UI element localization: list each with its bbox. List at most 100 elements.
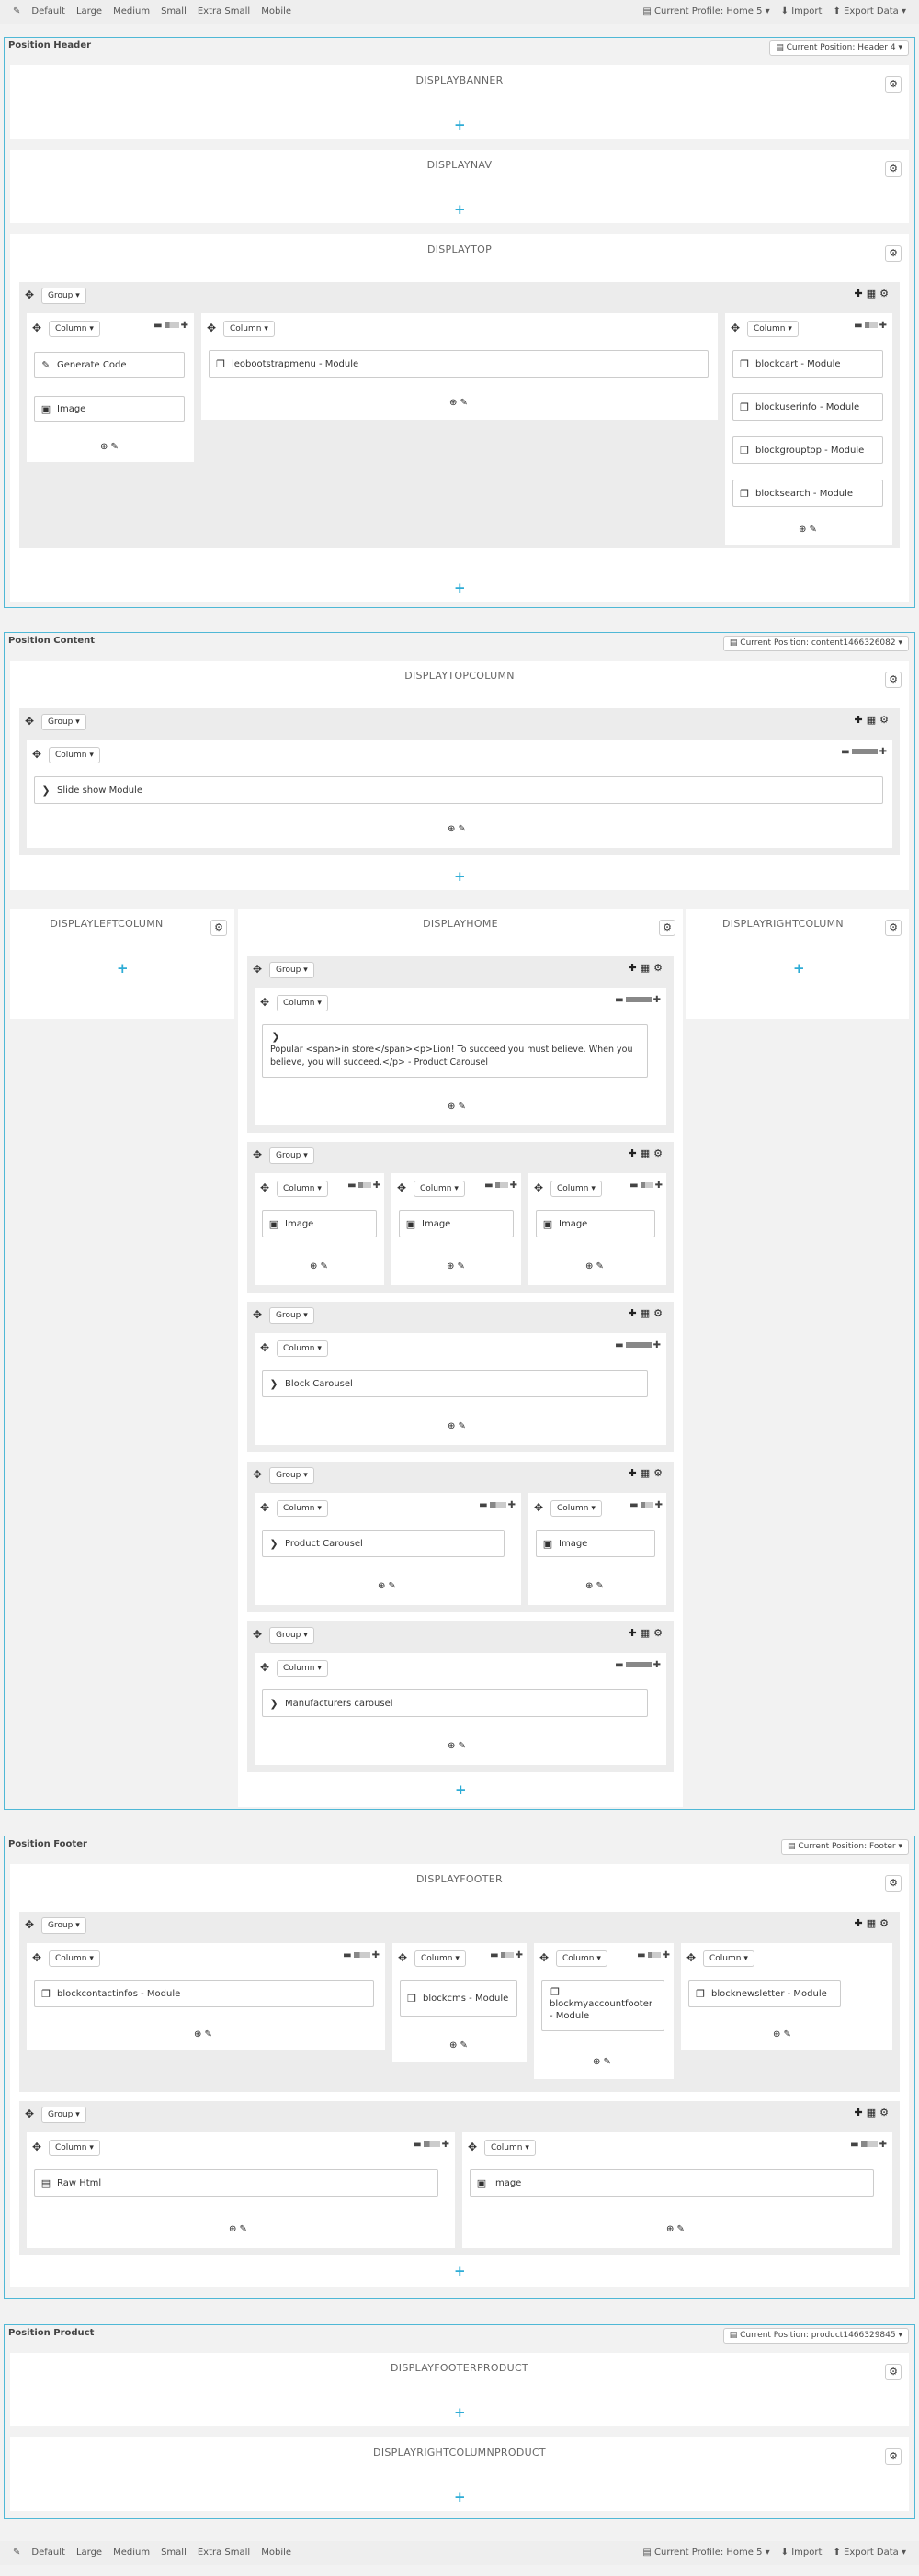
cog-icon[interactable]: ⚙ [885, 920, 902, 936]
cog-icon[interactable]: ⚙ [885, 2364, 902, 2380]
column-add-edit[interactable]: ⊕ ✎ [447, 1261, 465, 1271]
column-add-edit[interactable]: ⊕ ✎ [799, 525, 817, 535]
module-item[interactable]: ▣ Image [399, 1210, 514, 1237]
column-add-edit[interactable]: ⊕ ✎ [585, 1261, 604, 1271]
column-add-edit[interactable]: ⊕ ✎ [585, 1581, 604, 1591]
column-tools[interactable]: ▬ ✚ [490, 1950, 523, 1960]
module-item[interactable]: ▣ Image [34, 396, 185, 422]
column-add-edit[interactable]: ⊕ ✎ [666, 2224, 685, 2234]
header-position-dropdown[interactable]: ▤ Current Position: Header 4 ▾ [769, 40, 909, 56]
group-dropdown[interactable]: Group ▾ [41, 714, 86, 730]
move-icon[interactable]: ✥ [253, 1629, 262, 1640]
module-item[interactable]: ▣ Image [262, 1210, 377, 1237]
move-icon[interactable]: ✥ [32, 322, 41, 333]
column-dropdown[interactable]: Column ▾ [550, 1500, 602, 1517]
profile-dropdown[interactable]: ▤ Current Profile: Home 5 ▾ [637, 3, 775, 21]
plus-icon[interactable]: + [454, 203, 466, 217]
column-tools[interactable]: ▬ ✚ [854, 321, 887, 331]
device-default[interactable]: Default [26, 2544, 71, 2562]
device-mobile[interactable]: Mobile [255, 2544, 297, 2562]
import-button[interactable]: ⬇ Import [776, 3, 828, 21]
module-item[interactable]: ❯ Manufacturers carousel [262, 1689, 648, 1717]
cog-icon[interactable]: ⚙ [659, 920, 675, 936]
module-item[interactable]: ❐ blockcontactinfos - Module [34, 1980, 374, 2007]
module-item[interactable]: ❐ blocksearch - Module [732, 480, 883, 507]
module-item[interactable]: ❐ blockmyaccountfooter - Module [541, 1980, 664, 2031]
move-icon[interactable]: ✥ [260, 1182, 269, 1193]
column-tools[interactable]: ▬ ✚ [630, 1500, 663, 1510]
move-icon[interactable]: ✥ [32, 2141, 41, 2152]
column-tools[interactable]: ▬ ✚ [630, 1181, 663, 1191]
move-icon[interactable]: ✥ [398, 1952, 407, 1963]
column-add-edit[interactable]: ⊕ ✎ [229, 2224, 247, 2234]
column-dropdown[interactable]: Column ▾ [556, 1950, 607, 1967]
column-dropdown[interactable]: Column ▾ [703, 1950, 754, 1967]
column-tools[interactable]: ▬ ✚ [615, 1340, 661, 1350]
column-add-edit[interactable]: ⊕ ✎ [448, 824, 466, 834]
group-dropdown[interactable]: Group ▾ [269, 1467, 314, 1484]
column-dropdown[interactable]: Column ▾ [277, 1181, 328, 1197]
group-tools[interactable]: ✚▦⚙ [855, 288, 892, 299]
move-icon[interactable]: ✥ [260, 997, 269, 1008]
move-icon[interactable]: ✥ [25, 716, 34, 727]
plus-icon[interactable]: + [454, 582, 466, 595]
module-item[interactable]: ❐ blockuserinfo - Module [732, 393, 883, 421]
column-tools[interactable]: ▬ ✚ [841, 747, 887, 757]
move-icon[interactable]: ✥ [32, 1952, 41, 1963]
column-dropdown[interactable]: Column ▾ [414, 1181, 465, 1197]
device-mobile[interactable]: Mobile [255, 3, 297, 21]
footer-position-dropdown[interactable]: ▤ Current Position: Footer ▾ [781, 1839, 909, 1855]
move-icon[interactable]: ✥ [686, 1952, 696, 1963]
column-tools[interactable]: ▬ ✚ [153, 321, 188, 331]
cog-icon[interactable]: ⚙ [210, 920, 227, 936]
move-icon[interactable]: ✥ [25, 1919, 34, 1930]
content-position-dropdown[interactable]: ▤ Current Position: content1466326082 ▾ [722, 636, 909, 651]
group-tools[interactable]: ✚▦⚙ [629, 962, 666, 974]
device-small[interactable]: Small [155, 3, 192, 21]
export-button[interactable]: ⬆ Export Data ▾ [827, 3, 912, 21]
plus-icon[interactable]: + [454, 2491, 466, 2504]
column-add-edit[interactable]: ⊕ ✎ [449, 2040, 468, 2051]
move-icon[interactable]: ✥ [731, 322, 740, 333]
plus-icon[interactable]: + [117, 962, 129, 976]
column-add-edit[interactable]: ⊕ ✎ [378, 1581, 396, 1591]
move-icon[interactable]: ✥ [253, 1469, 262, 1480]
column-add-edit[interactable]: ⊕ ✎ [194, 2029, 212, 2039]
column-add-edit[interactable]: ⊕ ✎ [449, 398, 468, 408]
device-extra-small[interactable]: Extra Small [192, 2544, 255, 2562]
group-tools[interactable]: ✚▦⚙ [629, 1627, 666, 1639]
product-position-dropdown[interactable]: ▤ Current Position: product1466329845 ▾ [722, 2328, 909, 2344]
device-large[interactable]: Large [71, 2544, 108, 2562]
device-medium[interactable]: Medium [108, 3, 155, 21]
group-tools[interactable]: ✚▦⚙ [855, 2107, 892, 2118]
column-tools[interactable]: ▬ ✚ [479, 1500, 516, 1510]
module-item[interactable]: ❐ blockcms - Module [400, 1980, 517, 2017]
plus-icon[interactable]: + [454, 870, 466, 884]
column-tools[interactable]: ▬ ✚ [615, 995, 661, 1005]
cog-icon[interactable]: ⚙ [885, 1875, 902, 1892]
device-medium[interactable]: Medium [108, 2544, 155, 2562]
move-icon[interactable]: ✥ [25, 289, 34, 300]
column-add-edit[interactable]: ⊕ ✎ [593, 2057, 611, 2067]
group-dropdown[interactable]: Group ▾ [269, 1627, 314, 1644]
module-item[interactable]: ▣ Image [536, 1530, 655, 1557]
column-dropdown[interactable]: Column ▾ [49, 2140, 100, 2156]
column-dropdown[interactable]: Column ▾ [277, 995, 328, 1011]
column-add-edit[interactable]: ⊕ ✎ [100, 442, 119, 452]
column-dropdown[interactable]: Column ▾ [277, 1500, 328, 1517]
column-dropdown[interactable]: Column ▾ [277, 1660, 328, 1677]
module-item[interactable]: ❐ blockgrouptop - Module [732, 436, 883, 464]
column-tools[interactable]: ▬ ✚ [347, 1181, 380, 1191]
group-tools[interactable]: ✚▦⚙ [855, 1917, 892, 1929]
column-dropdown[interactable]: Column ▾ [747, 321, 799, 337]
column-dropdown[interactable]: Column ▾ [49, 747, 100, 763]
column-dropdown[interactable]: Column ▾ [49, 321, 100, 337]
export-button[interactable]: ⬆ Export Data ▾ [827, 2544, 912, 2562]
group-dropdown[interactable]: Group ▾ [269, 1147, 314, 1164]
plus-icon[interactable]: + [455, 1783, 467, 1797]
plus-icon[interactable]: + [454, 119, 466, 132]
group-dropdown[interactable]: Group ▾ [41, 2107, 86, 2123]
column-tools[interactable]: ▬ ✚ [637, 1950, 670, 1960]
move-icon[interactable]: ✥ [260, 1502, 269, 1513]
column-dropdown[interactable]: Column ▾ [484, 2140, 536, 2156]
